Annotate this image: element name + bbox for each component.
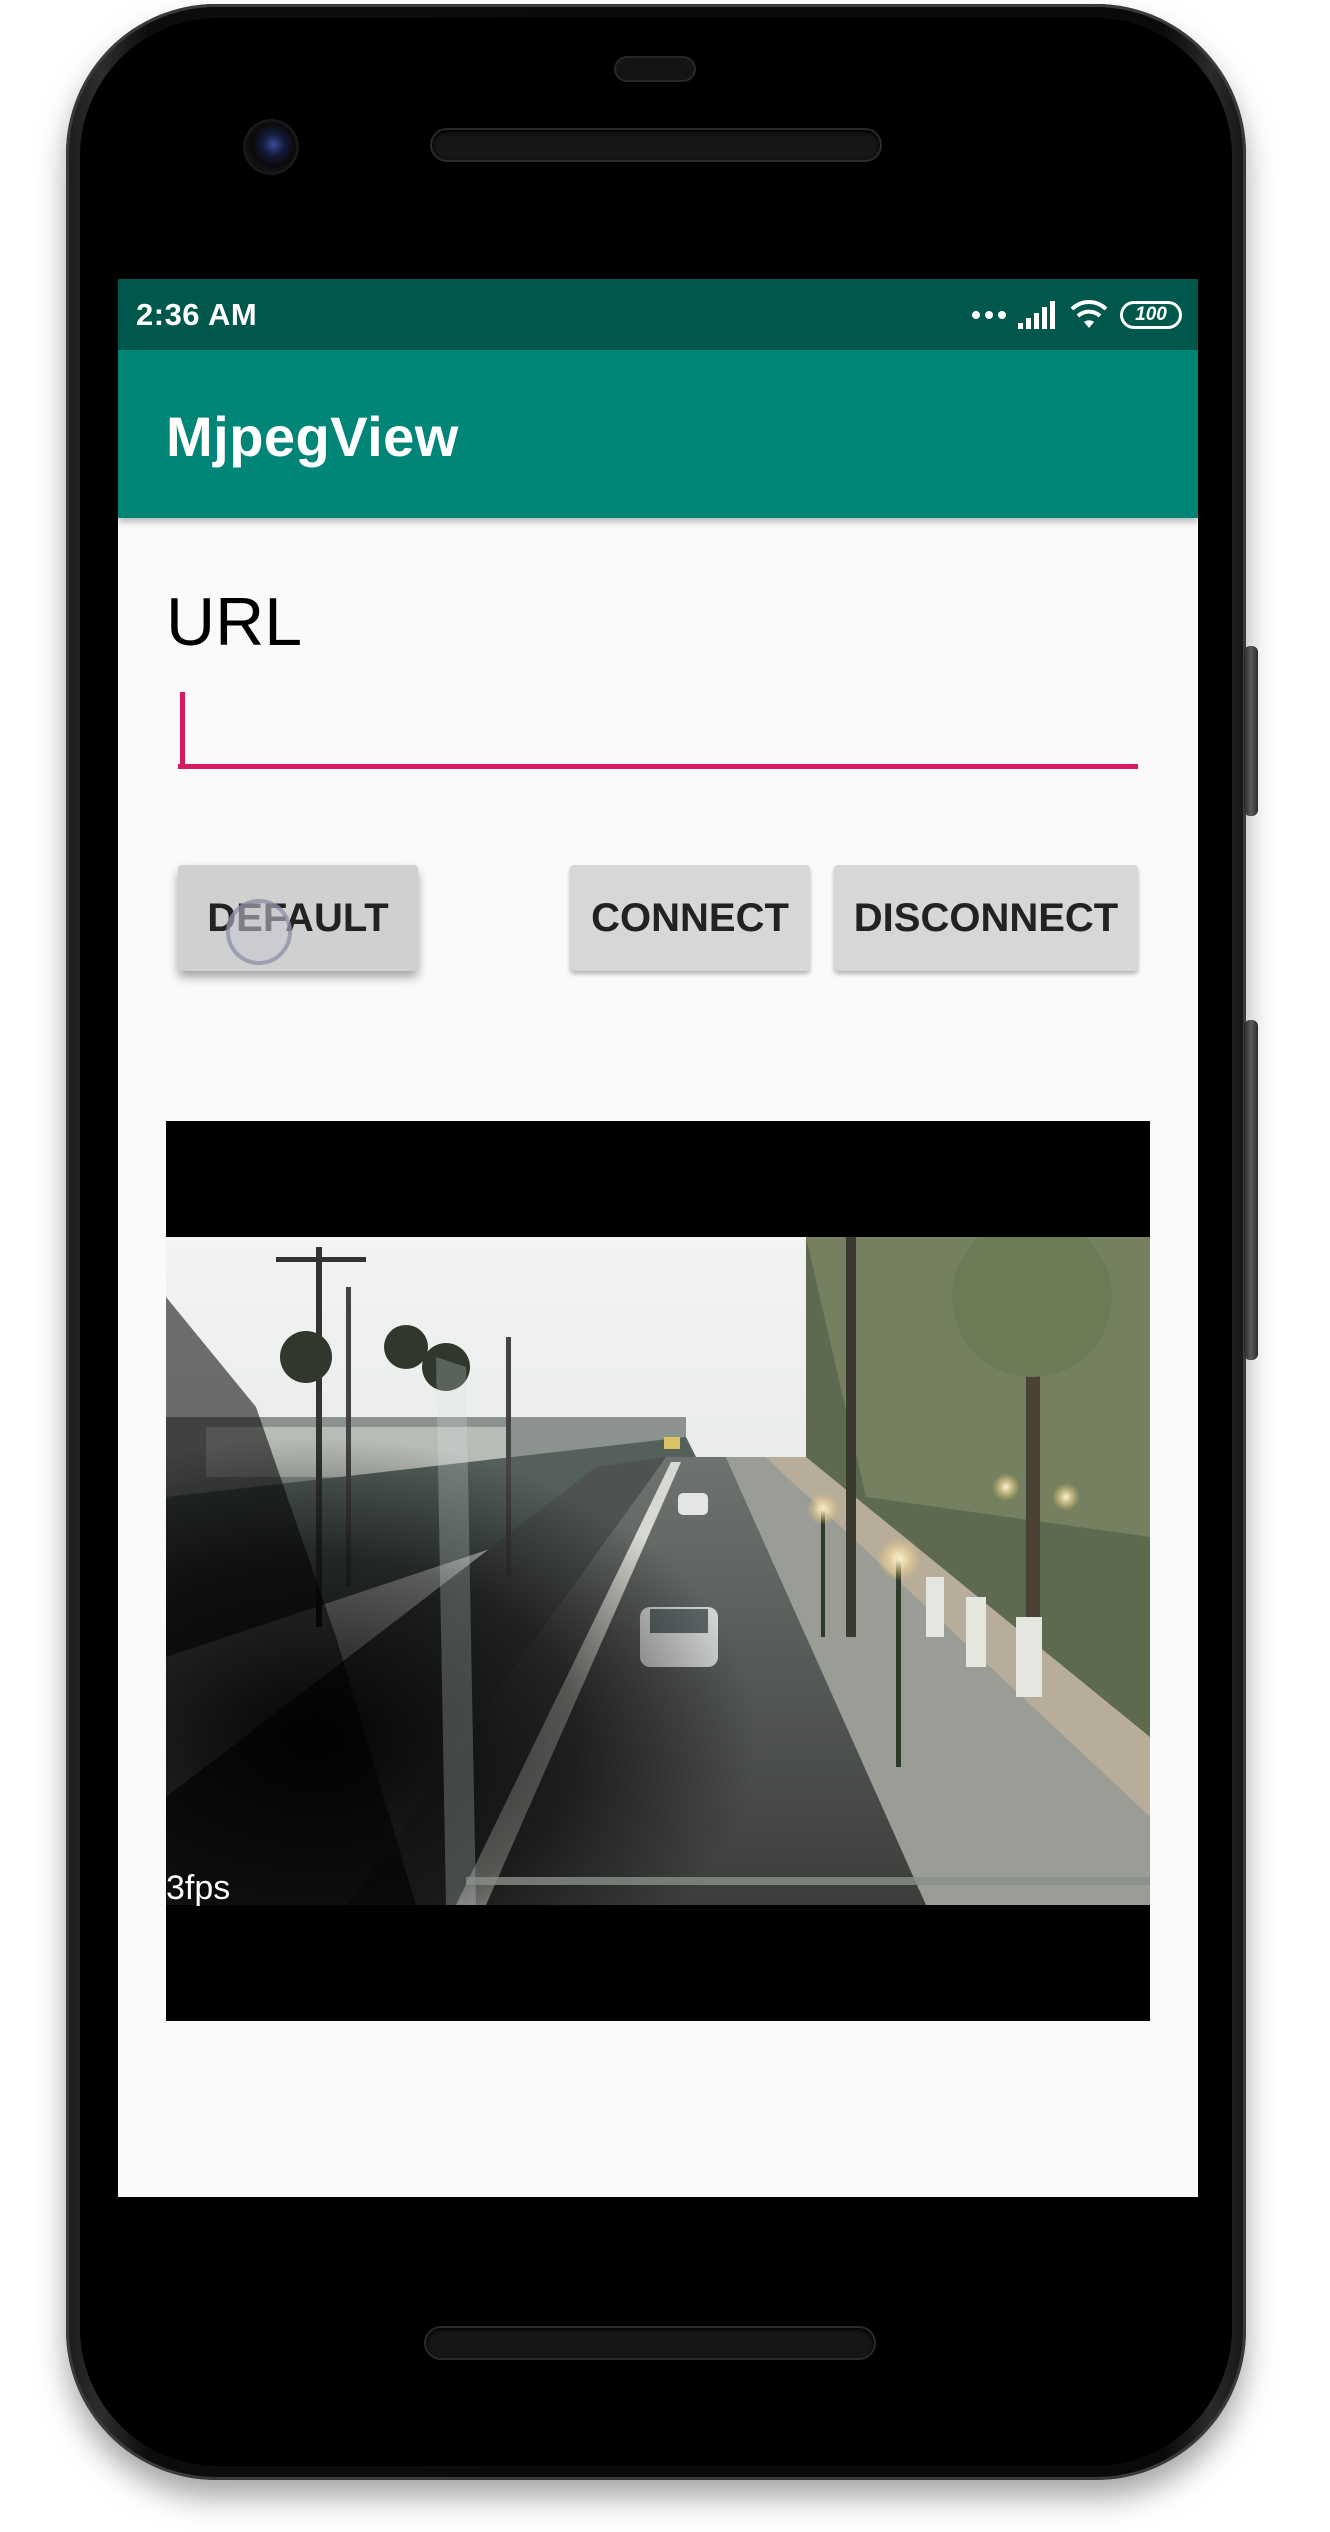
disconnect-button[interactable]: DISCONNECT <box>834 865 1138 971</box>
connect-button[interactable]: CONNECT <box>570 865 810 971</box>
bottom-speaker-grille <box>426 2328 874 2358</box>
proximity-sensor <box>616 58 694 80</box>
status-icons: 100 <box>972 295 1182 335</box>
status-bar: 2:36 AM 100 <box>118 279 1198 350</box>
app-toolbar: MjpegView <box>118 350 1198 518</box>
device-frame: 2:36 AM 100 MjpegView URL DEFAULT CONNEC… <box>0 0 1330 2532</box>
fps-overlay: 3fps <box>166 1869 231 1907</box>
mjpeg-video-view[interactable] <box>166 1121 1150 2021</box>
url-label: URL <box>166 584 303 660</box>
top-speaker-grille <box>432 130 880 160</box>
default-button[interactable]: DEFAULT <box>178 865 418 971</box>
text-cursor <box>180 692 185 764</box>
front-camera <box>246 122 296 172</box>
app-title: MjpegView <box>166 405 459 468</box>
cellular-signal-icon <box>1018 301 1055 329</box>
power-button <box>1244 646 1258 816</box>
url-input[interactable] <box>178 689 1138 769</box>
status-time: 2:36 AM <box>136 297 258 332</box>
wifi-icon <box>1070 300 1108 328</box>
volume-button <box>1244 1020 1258 1360</box>
video-frame <box>166 1237 1150 1905</box>
street-scene-image <box>166 1237 1150 1905</box>
more-dots-icon <box>972 311 1006 319</box>
app-screen: 2:36 AM 100 MjpegView URL DEFAULT CONNEC… <box>118 279 1198 2197</box>
battery-icon: 100 <box>1120 301 1182 329</box>
